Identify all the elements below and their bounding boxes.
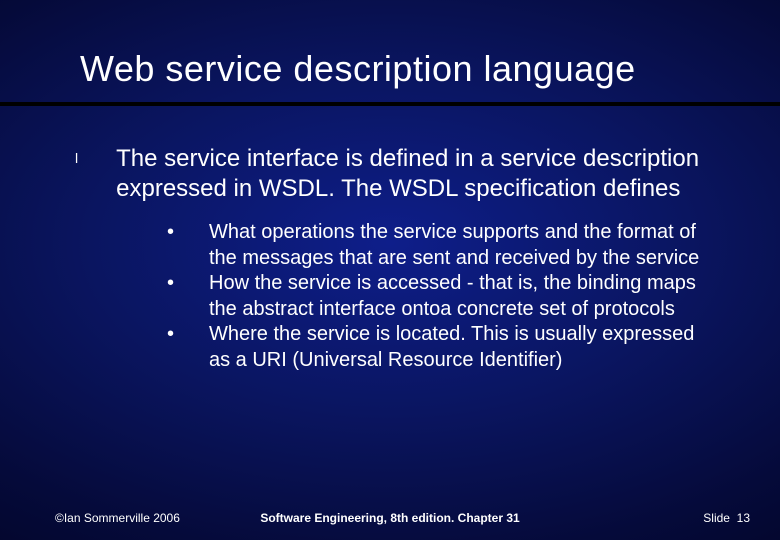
footer-slide-num: 13 <box>737 511 750 525</box>
slide: Web service description language l The s… <box>0 0 780 540</box>
footer-copyright: ©Ian Sommerville 2006 <box>55 511 180 525</box>
footer-chapter: Software Engineering, 8th edition. Chapt… <box>260 511 519 525</box>
content-area: l The service interface is defined in a … <box>0 106 780 374</box>
main-bullet-item: l The service interface is defined in a … <box>75 144 720 204</box>
sub-bullet-list: • What operations the service supports a… <box>75 216 720 374</box>
sub-bullet-marker: • <box>167 220 177 245</box>
sub-bullet-marker: • <box>167 322 177 347</box>
main-bullet-marker: l <box>75 144 78 172</box>
sub-bullet-marker: • <box>167 271 177 296</box>
footer-slide-number: Slide 13 <box>703 511 750 525</box>
title-area: Web service description language <box>0 0 780 102</box>
sub-bullet-text: Where the service is located. This is us… <box>209 322 720 373</box>
slide-title: Web service description language <box>80 48 636 90</box>
sub-bullet-text: How the service is accessed - that is, t… <box>209 271 720 322</box>
footer: ©Ian Sommerville 2006 Software Engineeri… <box>0 511 780 525</box>
footer-slide-label: Slide <box>703 511 730 525</box>
sub-bullet-text: What operations the service supports and… <box>209 220 720 271</box>
main-bullet-text: The service interface is defined in a se… <box>116 144 720 204</box>
sub-bullet-item: • What operations the service supports a… <box>167 220 720 271</box>
sub-bullet-item: • Where the service is located. This is … <box>167 322 720 373</box>
sub-bullet-item: • How the service is accessed - that is,… <box>167 271 720 322</box>
